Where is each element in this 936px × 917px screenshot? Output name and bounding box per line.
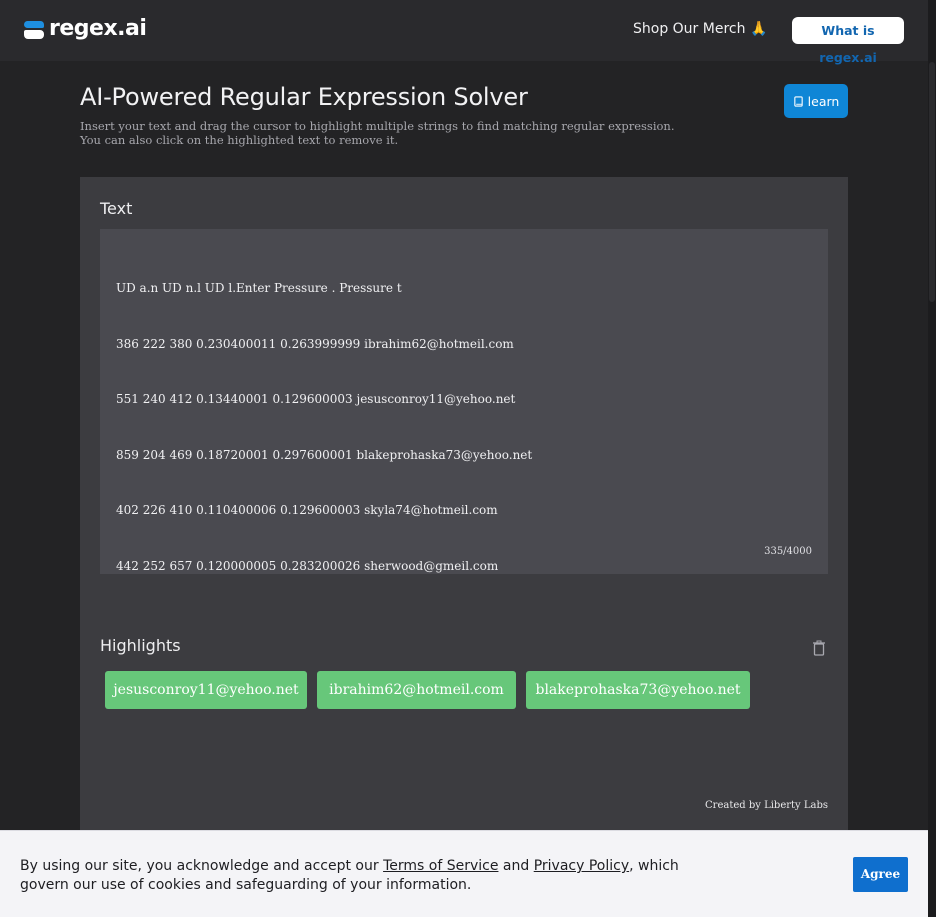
page-subtitle: Insert your text and drag the cursor to … (80, 119, 675, 147)
subtitle-line-1: Insert your text and drag the cursor to … (80, 119, 675, 133)
cookie-text-before: By using our site, you acknowledge and a… (20, 858, 384, 874)
text-section-label: Text (100, 199, 133, 218)
created-by-credit: Created by Liberty Labs (705, 800, 828, 811)
privacy-policy-link[interactable]: Privacy Policy (534, 858, 629, 874)
text-line[interactable]: 402 226 410 0.110400006 0.129600003 skyl… (116, 501, 532, 520)
cookie-consent-text: By using our site, you acknowledge and a… (20, 857, 700, 895)
highlights-section-label: Highlights (100, 636, 181, 655)
agree-button[interactable]: Agree (853, 857, 908, 892)
cookie-consent-bar: By using our site, you acknowledge and a… (0, 830, 928, 917)
character-count: 335/4000 (764, 546, 812, 557)
highlight-chip[interactable]: jesusconroy11@yehoo.net (105, 671, 307, 709)
what-is-regex-button[interactable]: What is regex.ai (792, 17, 904, 65)
scrollbar-thumb[interactable] (929, 62, 935, 302)
cookie-text-and: and (498, 858, 534, 874)
page-title: AI-Powered Regular Expression Solver (80, 83, 528, 111)
text-line[interactable]: 386 222 380 0.230400011 0.263999999 ibra… (116, 335, 532, 354)
learn-button[interactable]: learn (784, 84, 848, 118)
text-line[interactable]: 859 204 469 0.18720001 0.297600001 blake… (116, 446, 532, 465)
terms-of-service-link[interactable]: Terms of Service (383, 858, 498, 874)
regex-logo-icon (24, 18, 44, 40)
subtitle-line-2: You can also click on the highlighted te… (80, 133, 399, 147)
logo-text: regex.ai (49, 16, 147, 41)
text-line[interactable]: 442 252 657 0.120000005 0.283200026 sher… (116, 557, 532, 576)
shop-merch-link[interactable]: Shop Our Merch 🙏 (633, 21, 767, 37)
highlight-chip[interactable]: ibrahim62@hotmeil.com (317, 671, 516, 709)
praying-hands-icon: 🙏 (749, 21, 768, 37)
text-content[interactable]: UD a.n UD n.l UD l.Enter Pressure . Pres… (116, 242, 532, 594)
regex-logo[interactable]: regex.ai (24, 16, 147, 41)
highlight-chip[interactable]: blakeprohaska73@yehoo.net (526, 671, 750, 709)
top-navbar: regex.ai Shop Our Merch 🙏 What is regex.… (0, 0, 928, 65)
clear-highlights-trash-icon[interactable] (812, 640, 826, 656)
merch-label: Shop Our Merch (633, 21, 746, 37)
learn-label: learn (807, 93, 840, 109)
book-icon (793, 95, 803, 107)
text-line[interactable]: 551 240 412 0.13440001 0.129600003 jesus… (116, 390, 532, 409)
text-line[interactable]: UD a.n UD n.l UD l.Enter Pressure . Pres… (116, 279, 532, 298)
